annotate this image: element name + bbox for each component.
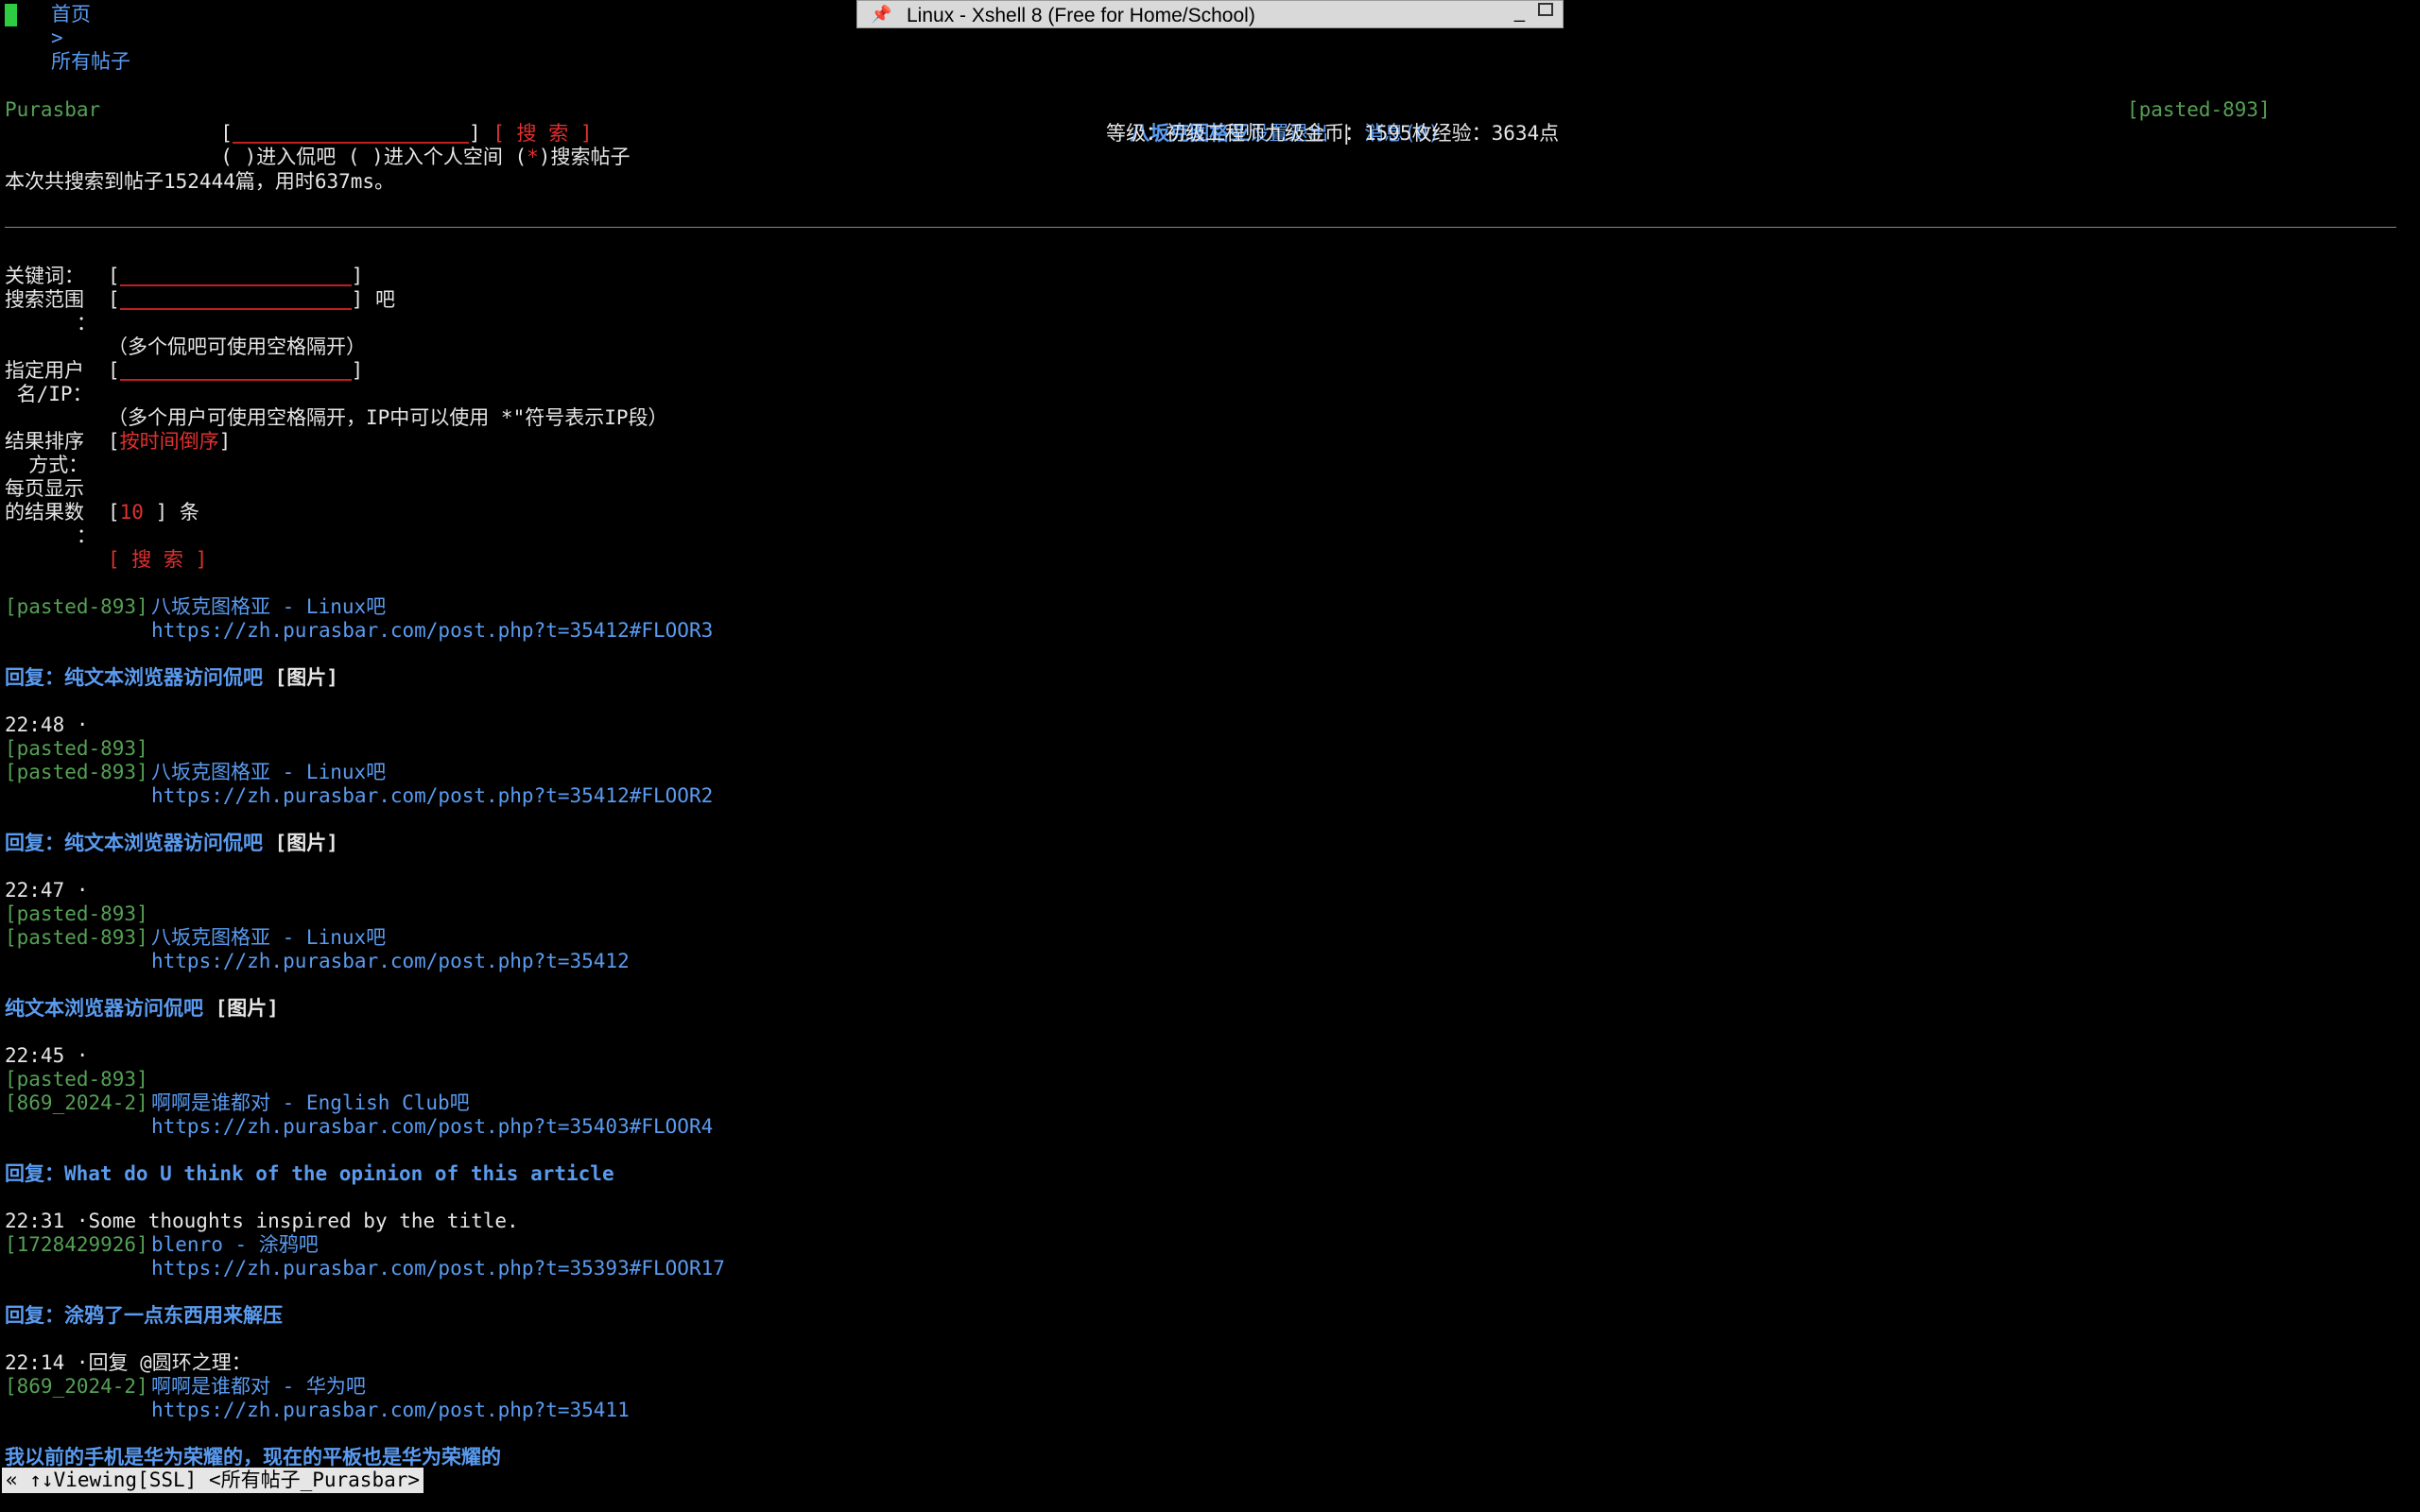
result-author-link[interactable]: 八坂克图格亚 - Linux吧 bbox=[151, 926, 386, 950]
user-stats: 等级：初级工程师九级金币：1595枚经验：3634点 bbox=[1106, 122, 1560, 145]
result-prev-tag: [pasted-893] bbox=[5, 737, 148, 760]
result-title-link[interactable]: 我以前的手机是华为荣耀的，现在的平板也是华为荣耀的 bbox=[5, 1446, 501, 1469]
scope-label-colon: ： bbox=[5, 312, 96, 335]
keyword-field: [] bbox=[108, 265, 364, 287]
user-tag: [pasted-893] bbox=[2127, 98, 2271, 121]
per-page-field: [10 ] 条 bbox=[108, 501, 199, 524]
result-author-link[interactable]: blenro - 涂鸦吧 bbox=[151, 1233, 319, 1257]
sort-label: 结果排序 bbox=[5, 430, 84, 453]
sort-field: [按时间倒序] bbox=[108, 430, 232, 453]
result-tag: [pasted-893] bbox=[5, 595, 148, 618]
result-title-extra: [图片] bbox=[203, 997, 279, 1020]
result-meta: 22:47 · bbox=[5, 879, 89, 902]
breadcrumb-separator: > bbox=[51, 26, 63, 49]
scope-label: 搜索范围 bbox=[5, 288, 84, 311]
option-enter-space[interactable]: ( )进入个人空间 bbox=[348, 146, 503, 168]
result-title-link[interactable]: 纯文本浏览器访问侃吧 bbox=[5, 997, 203, 1020]
result-title: 回复：What do U think of the opinion of thi… bbox=[5, 1162, 614, 1186]
breadcrumb-current[interactable]: 所有帖子 bbox=[51, 50, 130, 74]
per-page-label-colon: ： bbox=[5, 524, 96, 547]
result-author-link[interactable]: 八坂克图格亚 - Linux吧 bbox=[151, 595, 386, 619]
breadcrumb-home[interactable]: 首页 bbox=[51, 3, 91, 26]
result-url-link[interactable]: https://zh.purasbar.com/post.php?t=35412… bbox=[151, 619, 713, 643]
result-time: 22:47 · bbox=[5, 879, 89, 902]
result-tag: [869_2024-2] bbox=[5, 1091, 148, 1114]
result-meta: 22:14 ·回复 @圆环之理： bbox=[5, 1351, 251, 1375]
result-tag: [pasted-893] bbox=[5, 761, 148, 783]
scroll-arrows-icon[interactable]: « ↑↓ bbox=[6, 1469, 54, 1491]
result-tag: [pasted-893] bbox=[5, 926, 148, 949]
per-page-input[interactable]: 10 bbox=[120, 501, 144, 524]
result-title-link[interactable]: 回复：纯文本浏览器访问侃吧 bbox=[5, 832, 263, 854]
user-field: [] bbox=[108, 359, 364, 382]
result-meta: 22:48 · bbox=[5, 713, 89, 737]
per-page-suffix: ] 条 bbox=[155, 501, 199, 524]
status-bar: « ↑↓Viewing[SSL] <所有帖子_Purasbar> bbox=[2, 1468, 424, 1493]
search-summary: 本次共搜索到帖子152444篇，用时637ms。 bbox=[5, 170, 395, 193]
result-title-extra: [图片] bbox=[263, 832, 338, 854]
keyword-label: 关键词： bbox=[5, 265, 84, 287]
result-title: 我以前的手机是华为荣耀的，现在的平板也是华为荣耀的 bbox=[5, 1446, 501, 1469]
result-url-link[interactable]: https://zh.purasbar.com/post.php?t=35412 bbox=[151, 950, 630, 973]
scope-field: [] 吧 bbox=[108, 288, 395, 311]
result-url-link[interactable]: https://zh.purasbar.com/post.php?t=35393… bbox=[151, 1257, 725, 1280]
result-author-link[interactable]: 八坂克图格亚 - Linux吧 bbox=[151, 761, 386, 784]
per-page-label: 每页显示 bbox=[5, 477, 84, 500]
result-title: 回复：涂鸦了一点东西用来解压 bbox=[5, 1304, 283, 1328]
result-tag: [1728429926] bbox=[5, 1233, 148, 1256]
restore-icon[interactable] bbox=[1538, 3, 1553, 16]
sort-select[interactable]: 按时间倒序 bbox=[120, 430, 219, 453]
result-meta: 22:45 · bbox=[5, 1044, 89, 1068]
result-meta: 22:31 ·Some thoughts inspired by the tit… bbox=[5, 1210, 519, 1233]
result-url-link[interactable]: https://zh.purasbar.com/post.php?t=35412… bbox=[151, 784, 713, 808]
user-label: 指定用户 bbox=[5, 359, 84, 382]
result-time: 22:14 · bbox=[5, 1351, 89, 1374]
result-tag: [869_2024-2] bbox=[5, 1375, 148, 1398]
scope-input[interactable] bbox=[119, 291, 352, 310]
option-enter-bar[interactable]: ( )进入侃吧 bbox=[220, 146, 336, 168]
result-title: 回复：纯文本浏览器访问侃吧 [图片] bbox=[5, 666, 338, 690]
window-title: Linux - Xshell 8 (Free for Home/School) bbox=[907, 5, 1255, 26]
user-label-ip: 名/IP： bbox=[5, 383, 93, 405]
result-title-link[interactable]: 回复：纯文本浏览器访问侃吧 bbox=[5, 666, 263, 689]
terminal-cursor bbox=[5, 4, 17, 26]
result-snippet: 回复 @圆环之理： bbox=[88, 1351, 251, 1374]
result-title: 纯文本浏览器访问侃吧 [图片] bbox=[5, 997, 279, 1021]
advanced-search-button[interactable]: [ 搜 索 ] bbox=[108, 548, 207, 572]
result-url-link[interactable]: https://zh.purasbar.com/post.php?t=35403… bbox=[151, 1115, 713, 1139]
result-author-link[interactable]: 啊啊是谁都对 - English Club吧 bbox=[151, 1091, 470, 1115]
result-title: 回复：纯文本浏览器访问侃吧 [图片] bbox=[5, 832, 338, 855]
result-prev-tag: [pasted-893] bbox=[5, 1068, 148, 1091]
scope-hint: （多个侃吧可使用空格隔开） bbox=[108, 335, 366, 358]
result-title-link[interactable]: 回复：涂鸦了一点东西用来解压 bbox=[5, 1304, 283, 1327]
pin-icon[interactable]: 📌 bbox=[871, 3, 891, 26]
result-title-extra: [图片] bbox=[263, 666, 338, 689]
option-search-posts[interactable]: (*)搜索帖子 bbox=[514, 146, 630, 168]
result-time: 22:45 · bbox=[5, 1044, 89, 1067]
site-name[interactable]: Purasbar bbox=[5, 98, 100, 122]
search-options: ( )进入侃吧 ( )进入个人空间 (*)搜索帖子 bbox=[197, 122, 630, 169]
user-input[interactable] bbox=[119, 362, 352, 381]
result-prev-tag: [pasted-893] bbox=[5, 902, 148, 925]
window-titlebar[interactable]: 📌 Linux - Xshell 8 (Free for Home/School… bbox=[856, 0, 1564, 28]
result-time: 22:31 · bbox=[5, 1210, 89, 1232]
status-text: Viewing[SSL] <所有帖子_Purasbar> bbox=[53, 1469, 421, 1491]
divider bbox=[5, 227, 2396, 228]
result-snippet: Some thoughts inspired by the title. bbox=[88, 1210, 519, 1232]
user-hint: （多个用户可使用空格隔开，IP中可以使用 *"符号表示IP段） bbox=[108, 406, 668, 429]
sort-label-method: 方式： bbox=[5, 454, 89, 476]
minimize-icon[interactable]: _ bbox=[1514, 1, 1525, 25]
result-url-link[interactable]: https://zh.purasbar.com/post.php?t=35411 bbox=[151, 1399, 630, 1422]
result-title-link[interactable]: 回复：What do U think of the opinion of thi… bbox=[5, 1162, 614, 1185]
keyword-input[interactable] bbox=[119, 267, 352, 286]
result-author-link[interactable]: 啊啊是谁都对 - 华为吧 bbox=[151, 1375, 366, 1399]
per-page-label-2: 的结果数 bbox=[5, 501, 84, 524]
scope-suffix: 吧 bbox=[374, 288, 395, 311]
result-time: 22:48 · bbox=[5, 713, 89, 736]
